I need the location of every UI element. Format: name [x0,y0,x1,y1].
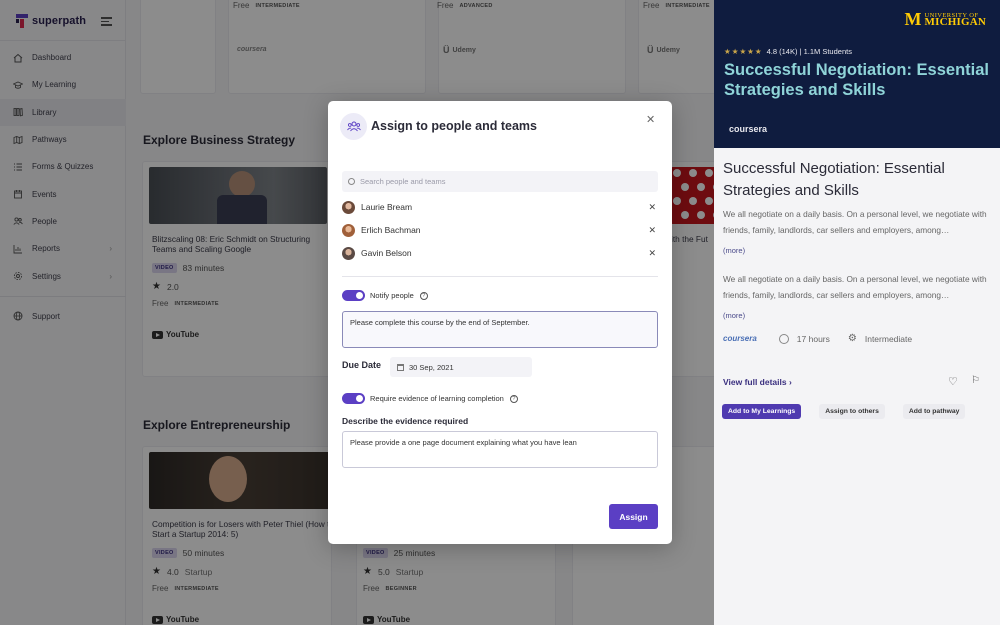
provider-coursera: coursera [723,334,757,343]
team-icon [340,113,367,140]
course-description: We all negotiate on a daily basis. On a … [723,209,987,235]
avatar [342,223,355,237]
help-icon[interactable]: ? [509,395,518,403]
course-title: Successful Negotiation: Essential Strate… [723,160,945,199]
course-hero: M UNIVERSITY OF MICHIGAN ★★★★★ 4.8 (14K) |… [714,0,1000,148]
view-full-details-link[interactable]: View full details › [723,377,792,387]
assign-button[interactable]: Assign [609,504,658,529]
duration-hours: 17 hours [796,333,830,344]
level-label: Intermediate [864,333,913,344]
remove-person-icon[interactable]: ✕ [648,248,656,259]
avatar [342,200,355,214]
more-link[interactable]: (more) [723,311,745,320]
course-description: We all negotiate on a daily basis. On a … [723,274,987,300]
block-m-icon: M [904,9,922,29]
rating-stars-icon: ★★★★★ [724,47,763,56]
avatar [342,246,355,260]
selected-person: Laurie Bream ✕ [342,198,658,216]
add-to-my-learnings-button[interactable]: Add to My Learnings [722,404,802,419]
calendar-icon [397,363,404,371]
evidence-toggle-label: Require evidence of learning completion [370,394,504,403]
hero-provider: coursera [729,124,768,134]
modal-title: Assign to people and teams [371,119,538,133]
add-to-pathway-button[interactable]: Add to pathway [902,404,966,419]
evidence-toggle[interactable] [342,393,365,404]
university-line2: MICHIGAN [924,16,986,28]
selected-person: Erlich Bachman ✕ [342,221,658,239]
remove-person-icon[interactable]: ✕ [648,225,656,236]
search-input[interactable] [342,171,658,192]
search-icon [348,178,355,185]
help-icon[interactable]: ? [419,292,428,300]
person-name: Laurie Bream [361,202,413,212]
modal-divider [342,276,658,277]
message-textarea[interactable]: Please complete this course by the end o… [342,311,658,348]
evidence-heading: Describe the evidence required [342,416,469,426]
view-full-details-label: View full details [723,377,787,387]
person-name: Gavin Belson [361,248,412,258]
selected-person: Gavin Belson ✕ [342,244,658,262]
university-logo: M UNIVERSITY OF MICHIGAN [905,9,987,30]
flag-icon[interactable]: ⚐ [971,375,980,386]
more-link[interactable]: (more) [723,246,745,255]
assign-modal: Assign to people and teams ✕ Laurie Brea… [328,101,672,544]
due-date-input[interactable]: 30 Sep, 2021 [390,357,532,377]
clock-icon [778,333,789,344]
assign-to-others-button[interactable]: Assign to others [819,404,885,419]
heart-icon[interactable]: ♡ [948,375,958,388]
due-date-value: 30 Sep, 2021 [409,362,454,372]
course-detail-panel: M UNIVERSITY OF MICHIGAN ★★★★★ 4.8 (14K) |… [714,0,1000,625]
rating-summary: 4.8 (14K) | 1.1M Students [766,47,852,56]
notify-toggle[interactable] [342,290,365,301]
evidence-textarea[interactable]: Please provide a one page document expla… [342,431,658,468]
remove-person-icon[interactable]: ✕ [648,202,656,213]
chevron-right-icon: › [789,377,792,387]
due-date-label: Due Date [342,360,382,370]
close-icon[interactable]: ✕ [646,113,655,126]
person-name: Erlich Bachman [361,225,421,235]
hero-title: Successful Negotiation: Essential Strate… [724,61,989,99]
level-icon: ⚙ [847,333,857,344]
notify-label: Notify people [370,291,414,300]
